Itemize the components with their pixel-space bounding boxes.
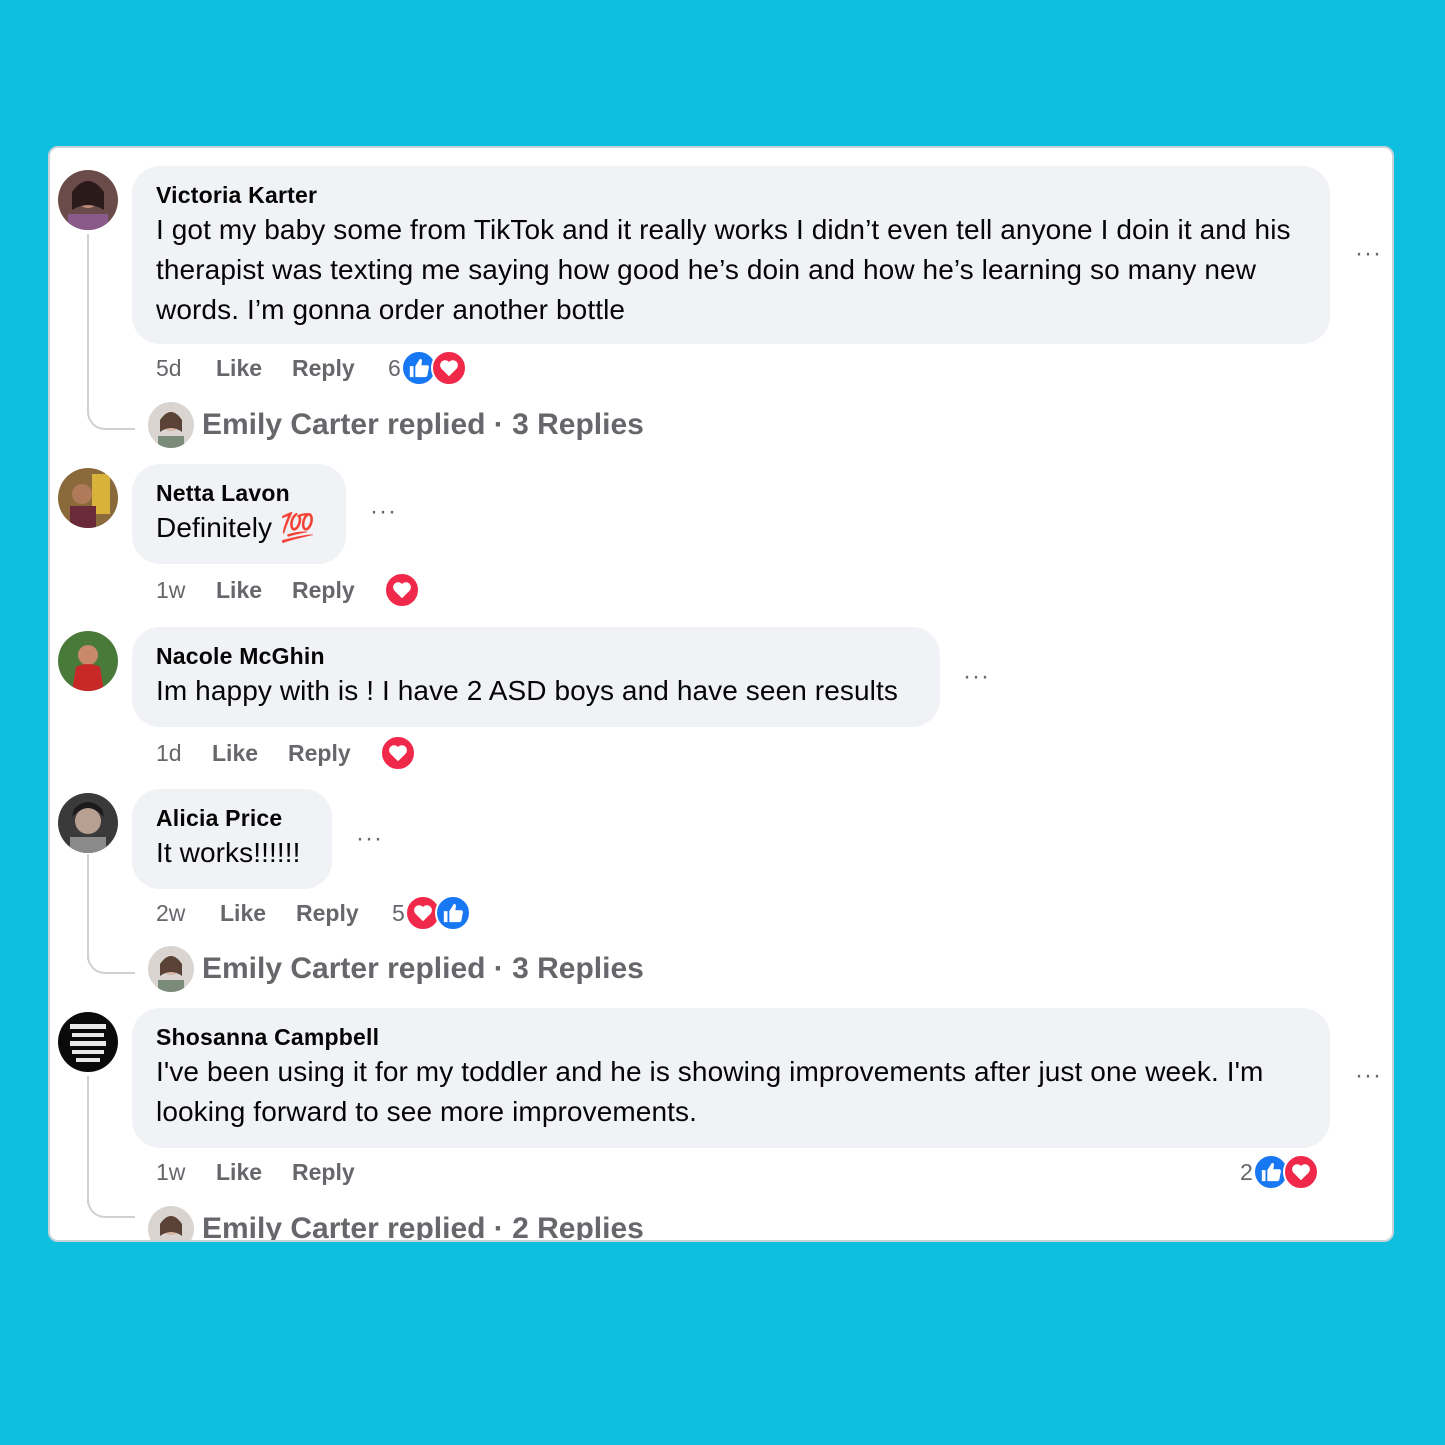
- comment-time[interactable]: 1d: [156, 738, 212, 768]
- love-icon: [380, 735, 416, 771]
- reply-avatar: [148, 1206, 194, 1240]
- thread-line: [87, 234, 89, 414]
- reaction-count: 6: [388, 354, 401, 381]
- like-button[interactable]: Like: [216, 575, 292, 605]
- reaction-summary[interactable]: [384, 572, 420, 608]
- reaction-summary[interactable]: 5: [392, 895, 471, 931]
- reaction-count: 2: [1240, 1158, 1253, 1185]
- comment-actions: 1w Like Reply: [156, 1157, 388, 1187]
- replies-summary: Emily Carter replied · 2 Replies: [202, 1212, 644, 1242]
- reaction-summary[interactable]: 2: [1240, 1154, 1319, 1190]
- thread-line: [87, 1076, 89, 1204]
- reaction-summary[interactable]: 6: [388, 350, 467, 386]
- comment-actions: 5d Like Reply: [156, 353, 388, 383]
- like-button[interactable]: Like: [220, 898, 296, 928]
- more-options-icon[interactable]: ···: [356, 827, 383, 851]
- reply-avatar: [148, 402, 194, 448]
- avatar[interactable]: [58, 793, 118, 853]
- comment-author[interactable]: Victoria Karter: [156, 180, 1306, 210]
- thread-line: [87, 854, 89, 960]
- reply-button[interactable]: Reply: [292, 575, 388, 605]
- more-options-icon[interactable]: ···: [963, 665, 990, 689]
- comment-text: I've been using it for my toddler and he…: [156, 1056, 1264, 1127]
- comment-author[interactable]: Alicia Price: [156, 803, 308, 833]
- comment-bubble: Nacole McGhin Im happy with is ! I have …: [132, 627, 940, 727]
- reply-button[interactable]: Reply: [296, 898, 392, 928]
- reaction-summary[interactable]: [380, 735, 416, 771]
- like-button[interactable]: Like: [216, 1157, 292, 1187]
- thread-connector: [87, 404, 135, 430]
- thread-connector: [87, 1192, 135, 1218]
- comment-time[interactable]: 1w: [156, 1157, 216, 1187]
- comment-bubble: Shosanna Campbell I've been using it for…: [132, 1008, 1330, 1148]
- comment-author[interactable]: Shosanna Campbell: [156, 1022, 1306, 1052]
- comment-actions: 1d Like Reply: [156, 738, 384, 768]
- comment-author[interactable]: Netta Lavon: [156, 478, 322, 508]
- comment-time[interactable]: 2w: [156, 898, 220, 928]
- more-options-icon[interactable]: ···: [1355, 242, 1382, 266]
- comment-author[interactable]: Nacole McGhin: [156, 641, 916, 671]
- comment-actions: 2w Like Reply: [156, 898, 392, 928]
- love-icon: [1282, 1154, 1319, 1190]
- comment-bubble: Victoria Karter I got my baby some from …: [132, 166, 1330, 344]
- comment-bubble: Netta Lavon Definitely 💯: [132, 464, 346, 564]
- thread-connector: [87, 948, 135, 974]
- comment-bubble: Alicia Price It works!!!!!!: [132, 789, 332, 889]
- reply-button[interactable]: Reply: [288, 738, 384, 768]
- avatar[interactable]: [58, 170, 118, 230]
- like-icon: [434, 895, 471, 931]
- view-replies-link[interactable]: Emily Carter replied · 2 Replies: [148, 1206, 644, 1242]
- avatar[interactable]: [58, 468, 118, 528]
- reply-button[interactable]: Reply: [292, 1157, 388, 1187]
- replies-summary: Emily Carter replied · 3 Replies: [202, 408, 644, 441]
- avatar[interactable]: [58, 1012, 118, 1072]
- comment-text: It works!!!!!!: [156, 837, 301, 868]
- more-options-icon[interactable]: ···: [370, 500, 397, 524]
- more-options-icon[interactable]: ···: [1355, 1064, 1382, 1088]
- comment-time[interactable]: 5d: [156, 353, 216, 383]
- replies-summary: Emily Carter replied · 3 Replies: [202, 952, 644, 985]
- comment-text: Im happy with is ! I have 2 ASD boys and…: [156, 675, 898, 706]
- love-icon: [430, 350, 467, 386]
- avatar[interactable]: [58, 631, 118, 691]
- like-button[interactable]: Like: [216, 353, 292, 383]
- view-replies-link[interactable]: Emily Carter replied · 3 Replies: [148, 402, 644, 448]
- like-button[interactable]: Like: [212, 738, 288, 768]
- reaction-count: 5: [392, 899, 405, 926]
- comments-card: Victoria Karter I got my baby some from …: [48, 146, 1394, 1242]
- reply-avatar: [148, 946, 194, 992]
- comment-text: I got my baby some from TikTok and it re…: [156, 214, 1291, 325]
- love-icon: [384, 572, 420, 608]
- comment-actions: 1w Like Reply: [156, 575, 388, 605]
- comment-text: Definitely 💯: [156, 512, 316, 543]
- view-replies-link[interactable]: Emily Carter replied · 3 Replies: [148, 946, 644, 992]
- comment-time[interactable]: 1w: [156, 575, 216, 605]
- reply-button[interactable]: Reply: [292, 353, 388, 383]
